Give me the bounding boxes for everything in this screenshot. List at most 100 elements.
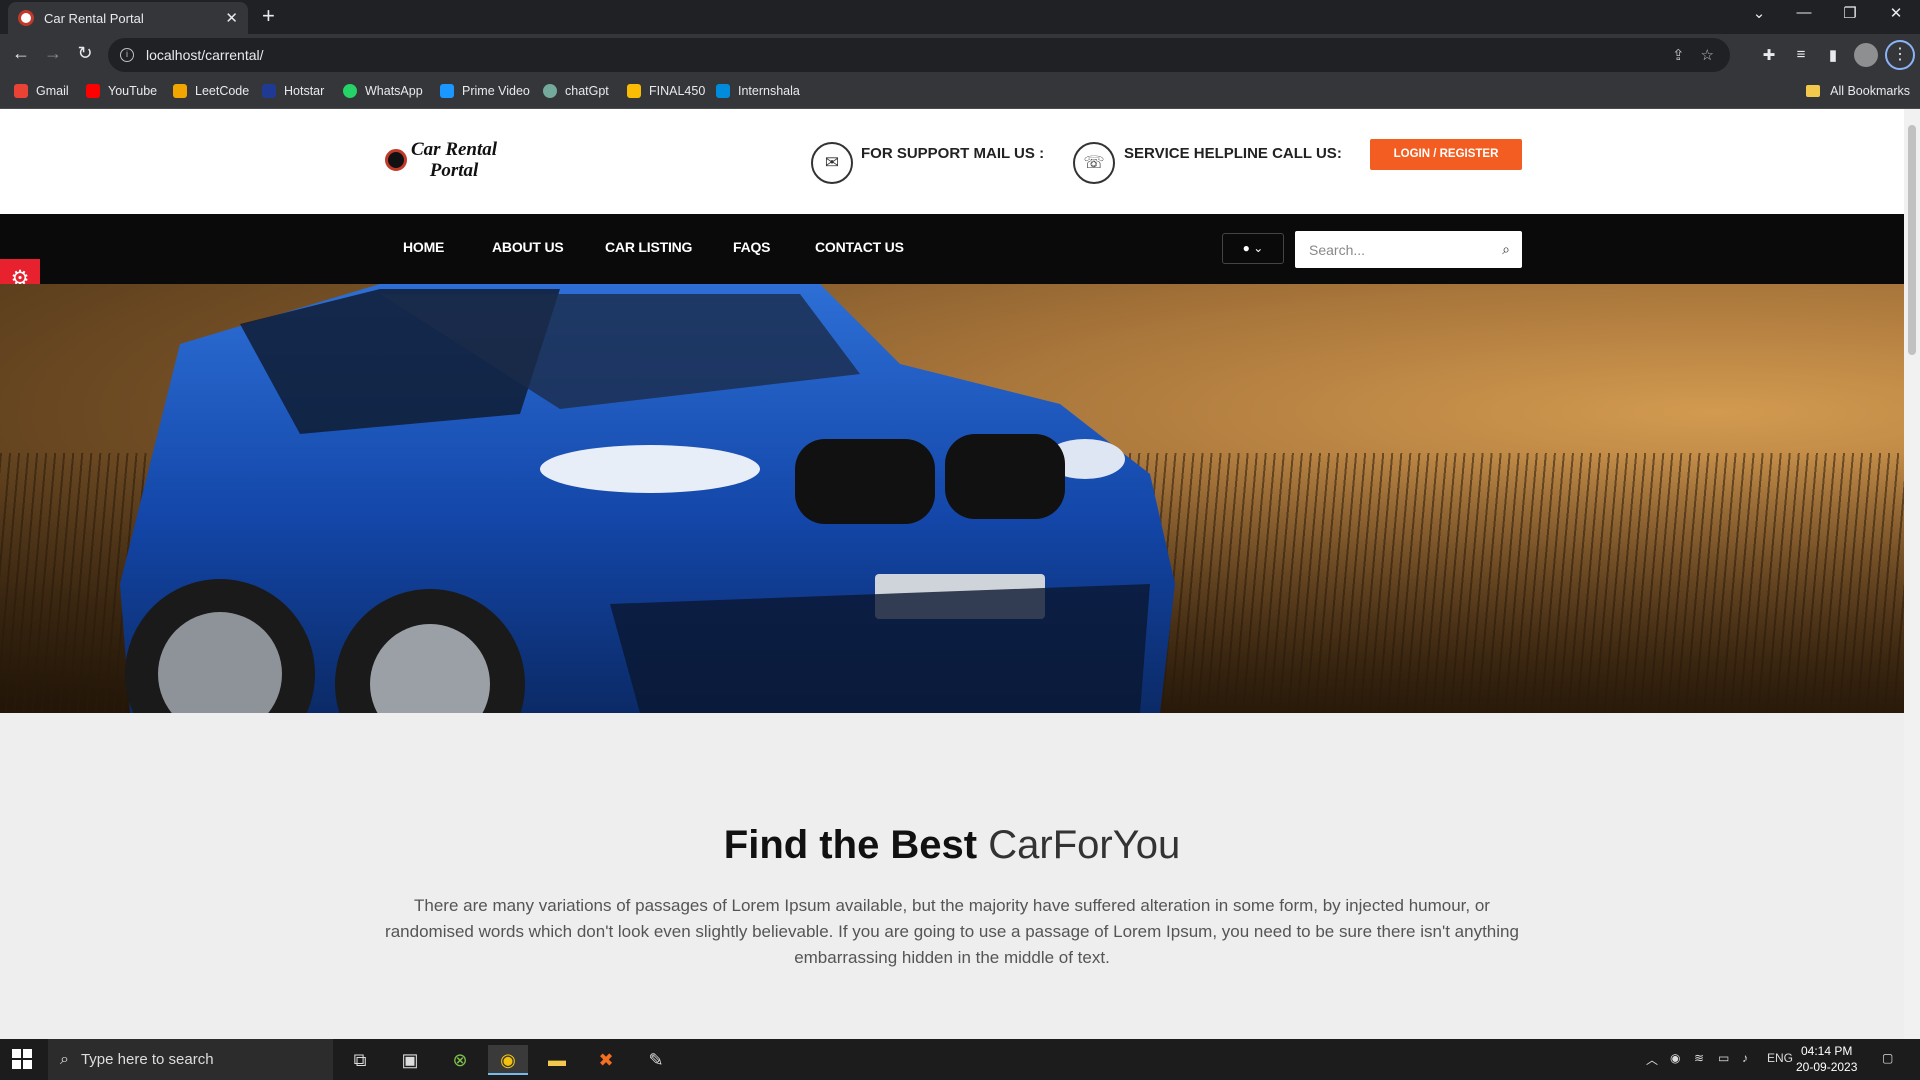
whatsapp-icon <box>343 84 357 98</box>
logo-line-1: Car Rental <box>411 139 498 160</box>
volume-icon[interactable]: ♪ <box>1742 1051 1748 1065</box>
minimize-icon[interactable]: — <box>1790 4 1818 21</box>
new-tab-icon[interactable]: + <box>262 5 275 27</box>
bookmark-chatgpt[interactable]: chatGpt <box>543 84 609 98</box>
bookmark-whatsapp[interactable]: WhatsApp <box>343 84 423 98</box>
windows-taskbar: ⌕ Type here to search ⧉ ▣ ⊗ ◉ ▬ ✖ ✎ ︿ ◉ … <box>0 1039 1920 1080</box>
bookmark-hotstar[interactable]: Hotstar <box>262 84 324 98</box>
page-scrollbar[interactable] <box>1904 109 1920 1039</box>
bookmark-star-icon[interactable]: ☆ <box>1701 46 1714 64</box>
search-icon: ⌕ <box>60 1050 69 1068</box>
bookmark-internshala[interactable]: Internshala <box>716 84 800 98</box>
intro-section: Find the Best CarForYou There are many v… <box>0 713 1904 1039</box>
site-favicon-icon <box>18 10 34 26</box>
youtube-icon <box>86 84 100 98</box>
back-icon[interactable]: ← <box>9 43 33 64</box>
side-panel-icon[interactable]: ▮ <box>1822 46 1844 64</box>
nav-car-listing[interactable]: CAR LISTING <box>605 239 692 255</box>
bookmark-label: chatGpt <box>565 84 609 98</box>
language-indicator[interactable]: ENG <box>1767 1051 1793 1065</box>
address-bar[interactable]: i localhost/carrental/ ⇪ ☆ <box>108 38 1730 72</box>
bookmark-youtube[interactable]: YouTube <box>86 84 157 98</box>
user-dropdown[interactable]: ● ⌄ <box>1222 233 1284 264</box>
taskbar-search-placeholder: Type here to search <box>80 1051 214 1068</box>
site-info-icon[interactable]: i <box>120 48 134 62</box>
notifications-icon[interactable]: ▢ <box>1882 1051 1893 1065</box>
media-queue-icon[interactable]: ≡ <box>1790 46 1812 63</box>
task-view-icon[interactable]: ⧉ <box>340 1045 380 1075</box>
taskbar-search[interactable]: ⌕ Type here to search <box>48 1039 333 1080</box>
gmail-icon <box>14 84 28 98</box>
search-input[interactable] <box>1295 231 1490 268</box>
browser-tab[interactable]: Car Rental Portal ✕ <box>8 2 248 34</box>
address-url[interactable]: localhost/carrental/ <box>146 47 1672 63</box>
store-icon[interactable]: ▣ <box>390 1045 430 1075</box>
tray-record-icon[interactable]: ◉ <box>1670 1051 1680 1065</box>
internshala-icon <box>716 84 730 98</box>
browser-menu-icon[interactable]: ⋮ <box>1885 40 1915 70</box>
close-window-icon[interactable]: ✕ <box>1882 4 1910 22</box>
bookmark-label: FINAL450 <box>649 84 706 98</box>
bookmark-prime-video[interactable]: Prime Video <box>440 84 530 98</box>
share-icon[interactable]: ⇪ <box>1672 46 1685 64</box>
bookmark-leetcode[interactable]: LeetCode <box>173 84 249 98</box>
tab-search-icon[interactable]: ⌄ <box>1745 4 1773 22</box>
close-tab-icon[interactable]: ✕ <box>225 9 238 27</box>
logo-text: Car Rental Portal <box>411 139 497 181</box>
prime-video-icon <box>440 84 454 98</box>
support-mail-label: FOR SUPPORT MAIL US : <box>861 145 1045 162</box>
chevron-down-icon: ⌄ <box>1253 241 1264 255</box>
tray-chevron-icon[interactable]: ︿ <box>1646 1051 1658 1068</box>
leetcode-icon <box>173 84 187 98</box>
helpline-label: SERVICE HELPLINE CALL US: <box>1124 145 1342 162</box>
clock-time: 04:14 PM <box>1801 1044 1853 1058</box>
hero-banner <box>0 284 1904 713</box>
user-circle-icon: ● <box>1242 241 1250 255</box>
envelope-icon: ✉ <box>811 142 853 184</box>
xampp-icon[interactable]: ✖ <box>586 1045 626 1075</box>
restore-icon[interactable]: ❐ <box>1836 4 1864 22</box>
file-explorer-icon[interactable]: ▬ <box>537 1045 577 1075</box>
paint-icon[interactable]: ✎ <box>636 1045 676 1075</box>
site-header: Car Rental Portal ✉ FOR SUPPORT MAIL US … <box>0 109 1904 214</box>
bookmark-label: YouTube <box>108 84 158 98</box>
section-headline: Find the Best CarForYou <box>0 823 1904 868</box>
nav-about-us[interactable]: ABOUT US <box>492 239 564 255</box>
folder-icon <box>1806 85 1821 97</box>
site-search: ⌕ <box>1295 231 1522 268</box>
profile-avatar[interactable] <box>1854 43 1878 67</box>
xbox-icon[interactable]: ⊗ <box>440 1045 480 1075</box>
battery-icon[interactable]: ▭ <box>1718 1051 1729 1065</box>
site-logo[interactable]: Car Rental Portal <box>385 139 497 181</box>
headline-bold: Find the Best <box>723 823 978 867</box>
search-icon[interactable]: ⌕ <box>1490 241 1522 258</box>
all-bookmarks-label: All Bookmarks <box>1830 84 1910 98</box>
phone-icon: ☏ <box>1073 142 1115 184</box>
browser-toolbar: ← → ↻ i localhost/carrental/ ⇪ ☆ ✚ ≡ ▮ ⋮ <box>0 34 1920 76</box>
windows-start-icon[interactable] <box>12 1049 32 1069</box>
bookmark-label: LeetCode <box>195 84 250 98</box>
clock-date: 20-09-2023 <box>1796 1060 1858 1074</box>
clock[interactable]: 04:14 PM 20-09-2023 <box>1796 1043 1857 1075</box>
browser-tabstrip: Car Rental Portal ✕ + ⌄ — ❐ ✕ <box>0 0 1920 34</box>
scrollbar-thumb[interactable] <box>1908 125 1916 355</box>
bookmark-final450[interactable]: FINAL450 <box>627 84 705 98</box>
wifi-icon[interactable]: ≋ <box>1694 1051 1704 1065</box>
all-bookmarks[interactable]: All Bookmarks <box>1806 84 1910 98</box>
forward-icon[interactable]: → <box>41 43 65 64</box>
final450-icon <box>627 84 641 98</box>
web-page: Car Rental Portal ✉ FOR SUPPORT MAIL US … <box>0 109 1904 1039</box>
nav-contact-us[interactable]: CONTACT US <box>815 239 904 255</box>
chrome-icon[interactable]: ◉ <box>488 1045 528 1075</box>
intro-paragraph: There are many variations of passages of… <box>385 896 1519 967</box>
reload-icon[interactable]: ↻ <box>73 43 97 64</box>
car-image <box>120 284 1175 713</box>
nav-faqs[interactable]: FAQS <box>733 239 771 255</box>
bookmark-label: Internshala <box>738 84 800 98</box>
extensions-icon[interactable]: ✚ <box>1758 46 1780 64</box>
nav-home[interactable]: HOME <box>403 239 444 255</box>
bookmark-gmail[interactable]: Gmail <box>14 84 69 98</box>
bookmark-label: Prime Video <box>462 84 530 98</box>
login-register-button[interactable]: LOGIN / REGISTER <box>1370 139 1522 170</box>
bookmark-label: WhatsApp <box>365 84 423 98</box>
